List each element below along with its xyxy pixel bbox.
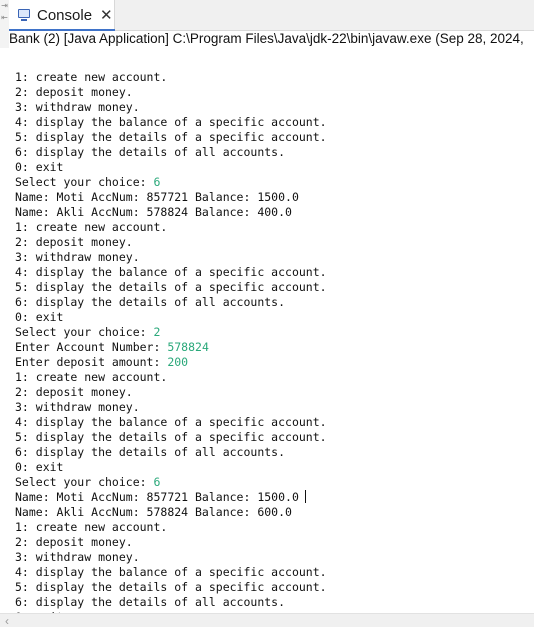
console-line-text: Enter deposit amount: bbox=[15, 355, 168, 369]
console-line: Select your choice: 2 bbox=[15, 325, 534, 340]
tab-console[interactable]: Console ✕ bbox=[9, 0, 115, 31]
console-line: 2: deposit money. bbox=[15, 235, 534, 250]
console-line: Enter Account Number: 578824 bbox=[15, 340, 534, 355]
console-line: Name: Akli AccNum: 578824 Balance: 600.0 bbox=[15, 505, 534, 520]
console-line: 6: display the details of all accounts. bbox=[15, 445, 534, 460]
console-line: 2: deposit money. bbox=[15, 85, 534, 100]
console-line: 0: exit bbox=[15, 310, 534, 325]
console-user-input: 200 bbox=[167, 355, 189, 369]
horizontal-scrollbar[interactable]: ‹ bbox=[0, 613, 534, 628]
console-line: Enter deposit amount: 200 bbox=[15, 355, 534, 370]
console-line: 6: display the details of all accounts. bbox=[15, 145, 534, 160]
console-line-text: 4: display the balance of a specific acc… bbox=[15, 565, 327, 579]
console-line: 4: display the balance of a specific acc… bbox=[15, 415, 534, 430]
console-line-text: 3: withdraw money. bbox=[15, 100, 140, 114]
text-caret bbox=[304, 490, 306, 503]
console-line-text: 1: create new account. bbox=[15, 520, 168, 534]
console-line: 3: withdraw money. bbox=[15, 400, 534, 415]
console-line: 2: deposit money. bbox=[15, 385, 534, 400]
console-line: 5: display the details of a specific acc… bbox=[15, 130, 534, 145]
console-line-text: Name: Akli AccNum: 578824 Balance: 400.0 bbox=[15, 205, 292, 219]
console-line: 5: display the details of a specific acc… bbox=[15, 280, 534, 295]
console-icon bbox=[18, 9, 32, 21]
console-line-text: Enter Account Number: bbox=[15, 340, 168, 354]
console-line: 5: display the details of a specific acc… bbox=[15, 430, 534, 445]
console-line-text: 5: display the details of a specific acc… bbox=[15, 580, 327, 594]
console-line: 1: create new account. bbox=[15, 520, 534, 535]
console-line: Name: Akli AccNum: 578824 Balance: 400.0 bbox=[15, 205, 534, 220]
chevron-left-icon[interactable]: ‹ bbox=[5, 614, 9, 628]
console-user-input: 578824 bbox=[167, 340, 209, 354]
console-line-text: 2: deposit money. bbox=[15, 85, 133, 99]
console-line: 3: withdraw money. bbox=[15, 550, 534, 565]
console-line: Name: Moti AccNum: 857721 Balance: 1500.… bbox=[15, 490, 534, 505]
console-line-text: 0: exit bbox=[15, 460, 64, 474]
console-line-text: Select your choice: bbox=[15, 475, 154, 489]
console-line: 2: deposit money. bbox=[15, 535, 534, 550]
console-line: 1: create new account. bbox=[15, 70, 534, 85]
console-line: 0: exit bbox=[15, 460, 534, 475]
tab-console-label: Console bbox=[37, 6, 93, 24]
console-line: Select your choice: 6 bbox=[15, 475, 534, 490]
console-line-text: Select your choice: bbox=[15, 325, 154, 339]
console-lines: 1: create new account. 2: deposit money. 3… bbox=[15, 70, 534, 613]
console-line-text: 5: display the details of a specific acc… bbox=[15, 430, 327, 444]
console-line: Select your choice: 6 bbox=[15, 175, 534, 190]
console-line-text: 0: exit bbox=[15, 310, 64, 324]
console-line-text: 2: deposit money. bbox=[15, 385, 133, 399]
console-line-text: 5: display the details of a specific acc… bbox=[15, 130, 327, 144]
console-line-text: 5: display the details of a specific acc… bbox=[15, 280, 327, 294]
console-line-text: 3: withdraw money. bbox=[15, 550, 140, 564]
console-line-text: 6: display the details of all accounts. bbox=[15, 595, 286, 609]
left-gutter: ⇥ ⇤ bbox=[0, 0, 9, 48]
console-line-text: 3: withdraw money. bbox=[15, 250, 140, 264]
console-line-text: Name: Akli AccNum: 578824 Balance: 600.0 bbox=[15, 505, 292, 519]
console-line-text: Name: Moti AccNum: 857721 Balance: 1500.… bbox=[15, 190, 299, 204]
console-line: 0: exit bbox=[15, 160, 534, 175]
console-line: 1: create new account. bbox=[15, 370, 534, 385]
console-line-text: 6: display the details of all accounts. bbox=[15, 445, 286, 459]
console-line-text: 0: exit bbox=[15, 160, 64, 174]
console-line-text: 4: display the balance of a specific acc… bbox=[15, 415, 327, 429]
console-line-text: Name: Moti AccNum: 857721 Balance: 1500.… bbox=[15, 490, 299, 504]
console-user-input: 6 bbox=[153, 475, 161, 489]
console-line: 4: display the balance of a specific acc… bbox=[15, 565, 534, 580]
console-line: 3: withdraw money. bbox=[15, 250, 534, 265]
console-line: 6: display the details of all accounts. bbox=[15, 295, 534, 310]
console-line: 4: display the balance of a specific acc… bbox=[15, 265, 534, 280]
console-user-input: 2 bbox=[153, 325, 161, 339]
console-line: 6: display the details of all accounts. bbox=[15, 595, 534, 610]
console-line-text: 3: withdraw money. bbox=[15, 400, 140, 414]
console-line-text: 6: display the details of all accounts. bbox=[15, 145, 286, 159]
console-line-text: 1: create new account. bbox=[15, 220, 168, 234]
view-tab-bar: Console ✕ bbox=[9, 0, 534, 31]
console-line: 4: display the balance of a specific acc… bbox=[15, 115, 534, 130]
console-line: Name: Moti AccNum: 857721 Balance: 1500.… bbox=[15, 190, 534, 205]
console-line: 1: create new account. bbox=[15, 220, 534, 235]
console-line-text: 2: deposit money. bbox=[15, 235, 133, 249]
console-output[interactable]: 1: create new account. 2: deposit money. 3… bbox=[15, 48, 534, 613]
console-line: 5: display the details of a specific acc… bbox=[15, 580, 534, 595]
console-line-text: 2: deposit money. bbox=[15, 535, 133, 549]
console-line-text: 4: display the balance of a specific acc… bbox=[15, 115, 327, 129]
console-user-input: 6 bbox=[153, 175, 161, 189]
console-line-text: 1: create new account. bbox=[15, 370, 168, 384]
console-line-text: 4: display the balance of a specific acc… bbox=[15, 265, 327, 279]
console-line-text: Select your choice: bbox=[15, 175, 154, 189]
console-line-text: 6: display the details of all accounts. bbox=[15, 295, 286, 309]
console-line-text: 1: create new account. bbox=[15, 70, 168, 84]
close-icon[interactable]: ✕ bbox=[100, 6, 113, 24]
console-process-title: Bank (2) [Java Application] C:\Program F… bbox=[9, 31, 524, 46]
console-line: 3: withdraw money. bbox=[15, 100, 534, 115]
